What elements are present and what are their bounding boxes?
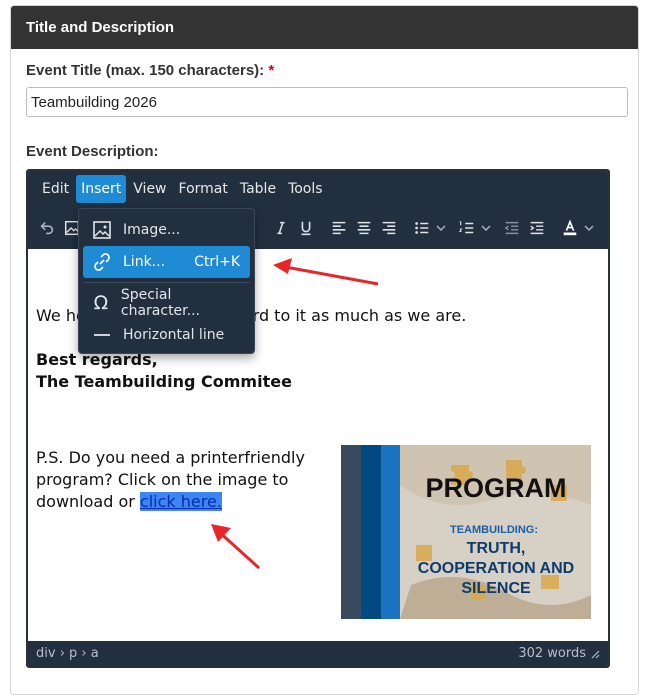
indent-icon[interactable] <box>524 214 549 242</box>
text-color-icon[interactable] <box>557 214 582 242</box>
link-shortcut: Ctrl+K <box>194 254 240 270</box>
event-title-label: Event Title (max. 150 characters): * <box>26 62 275 79</box>
menu-separator <box>83 282 250 283</box>
ps-line-3: download or click here. <box>36 492 222 511</box>
align-right-icon[interactable] <box>376 214 401 242</box>
outdent-icon[interactable] <box>499 214 524 242</box>
click-here-link[interactable]: click here. <box>139 492 222 511</box>
program-image-heading: PROGRAM <box>426 473 567 503</box>
insert-horizontal-line-item[interactable]: Horizontal line <box>83 319 250 351</box>
align-center-icon[interactable] <box>351 214 376 242</box>
required-mark: * <box>268 62 275 79</box>
bullet-list-icon[interactable] <box>409 214 434 242</box>
italic-icon[interactable] <box>268 214 293 242</box>
omega-icon: Ω <box>93 292 109 314</box>
event-title-input[interactable] <box>26 87 628 117</box>
menu-insert[interactable]: Insert <box>76 175 127 203</box>
element-path[interactable]: div › p › a <box>36 646 99 661</box>
horizontal-line-icon <box>91 324 113 346</box>
menu-edit[interactable]: Edit <box>37 175 74 203</box>
ps-line-1: P.S. Do you need a printerfriendly <box>36 448 305 467</box>
undo-icon[interactable] <box>34 214 59 242</box>
chevron-down-icon[interactable] <box>479 214 493 242</box>
menu-table[interactable]: Table <box>235 175 281 203</box>
editor-statusbar: div › p › a 302 words <box>28 641 608 666</box>
annotation-arrow-icon <box>273 258 379 286</box>
chevron-down-icon[interactable] <box>582 214 596 242</box>
resize-handle-icon[interactable] <box>590 649 600 659</box>
menu-format[interactable]: Format <box>174 175 233 203</box>
menu-tools[interactable]: Tools <box>283 175 328 203</box>
numbered-list-icon[interactable] <box>454 214 479 242</box>
chevron-down-icon[interactable] <box>434 214 448 242</box>
insert-special-character-item[interactable]: Ω Special character... <box>83 287 250 319</box>
align-left-icon[interactable] <box>326 214 351 242</box>
program-image-subheading: TEAMBUILDING: <box>450 524 538 536</box>
program-image-line2: COOPERATION AND <box>418 560 574 577</box>
image-icon <box>91 219 113 241</box>
word-count[interactable]: 302 words <box>518 646 586 661</box>
menu-view[interactable]: View <box>128 175 171 203</box>
event-description-label: Event Description: <box>26 143 159 160</box>
insert-image-item[interactable]: Image... <box>83 214 250 246</box>
panel-title: Title and Description <box>11 6 638 49</box>
ps-line-2: program? Click on the image to <box>36 470 289 489</box>
insert-menu-dropdown: Image... Link... Ctrl+K Ω Special charac… <box>78 208 255 354</box>
editor-menubar: Edit Insert View Format Table Tools <box>28 171 608 207</box>
link-icon <box>91 251 113 273</box>
program-image[interactable]: PROGRAM TEAMBUILDING: TRUTH, COOPERATION… <box>341 445 591 619</box>
underline-icon[interactable] <box>293 214 318 242</box>
program-image-line1: TRUTH, <box>467 540 526 557</box>
program-image-line3: SILENCE <box>461 580 531 597</box>
annotation-arrow-icon <box>211 524 261 570</box>
insert-link-item[interactable]: Link... Ctrl+K <box>83 246 250 278</box>
committee-line: The Teambuilding Commitee <box>36 372 292 391</box>
